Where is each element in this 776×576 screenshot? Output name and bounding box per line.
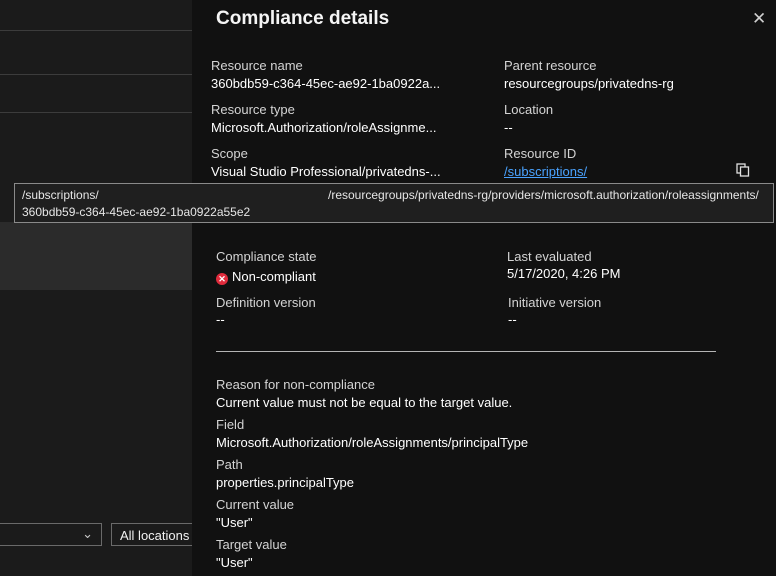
background-divider (0, 74, 192, 75)
definition-version-label: Definition version (216, 295, 316, 310)
close-icon[interactable]: ✕ (752, 9, 766, 29)
resource-id-label: Resource ID (504, 146, 577, 161)
reason-label: Reason for non-compliance (216, 377, 375, 392)
compliance-state-label: Compliance state (216, 249, 317, 264)
target-value-label: Target value (216, 537, 287, 552)
resource-name-value: 360bdb59-c364-45ec-ae92-1ba0922a... (211, 76, 441, 91)
definition-version-value: -- (216, 312, 225, 327)
error-icon: ✕ (216, 273, 228, 285)
compliance-state-text: Non-compliant (232, 269, 316, 284)
target-value-value: "User" (216, 555, 253, 570)
background-divider (0, 112, 192, 113)
chevron-down-icon: ⌄ (82, 526, 93, 541)
location-label: Location (504, 102, 554, 117)
compliance-state-value: ✕ Non-compliant (216, 269, 316, 285)
tooltip-resource-guid: 360bdb59-c364-45ec-ae92-1ba0922a55e2 (22, 205, 251, 219)
section-divider (216, 351, 716, 352)
background-selected-row[interactable] (0, 222, 192, 290)
parent-resource-label: Parent resource (504, 58, 597, 73)
resource-id-link[interactable]: /subscriptions/ (504, 164, 592, 179)
scope-label: Scope (211, 146, 248, 161)
resource-type-value: Microsoft.Authorization/roleAssignme... (211, 120, 437, 135)
resource-id-tooltip: /subscriptions/ /resourcegroups/privated… (14, 183, 774, 223)
copy-icon[interactable] (736, 163, 750, 177)
tooltip-path: /resourcegroups/privatedns-rg/providers/… (328, 188, 759, 202)
parent-resource-value: resourcegroups/privatedns-rg (504, 76, 674, 91)
resource-name-label: Resource name (211, 58, 303, 73)
last-evaluated-label: Last evaluated (507, 249, 592, 264)
location-filter-dropdown[interactable]: All locations (111, 523, 201, 546)
field-label: Field (216, 417, 245, 432)
path-value: properties.principalType (216, 475, 355, 490)
background-divider (0, 30, 192, 31)
background-filter-dropdown[interactable]: ⌄ (0, 523, 102, 546)
location-value: -- (504, 120, 513, 135)
scope-value: Visual Studio Professional/privatedns-..… (211, 164, 441, 179)
initiative-version-value: -- (508, 312, 517, 327)
current-value-label: Current value (216, 497, 295, 512)
initiative-version-label: Initiative version (508, 295, 602, 310)
resource-type-label: Resource type (211, 102, 295, 117)
tooltip-subscriptions: /subscriptions/ (22, 188, 99, 202)
path-label: Path (216, 457, 243, 472)
current-value-value: "User" (216, 515, 253, 530)
field-value: Microsoft.Authorization/roleAssignments/… (216, 435, 529, 450)
last-evaluated-value: 5/17/2020, 4:26 PM (507, 266, 621, 281)
panel-title: Compliance details (216, 8, 390, 29)
reason-value: Current value must not be equal to the t… (216, 395, 513, 410)
